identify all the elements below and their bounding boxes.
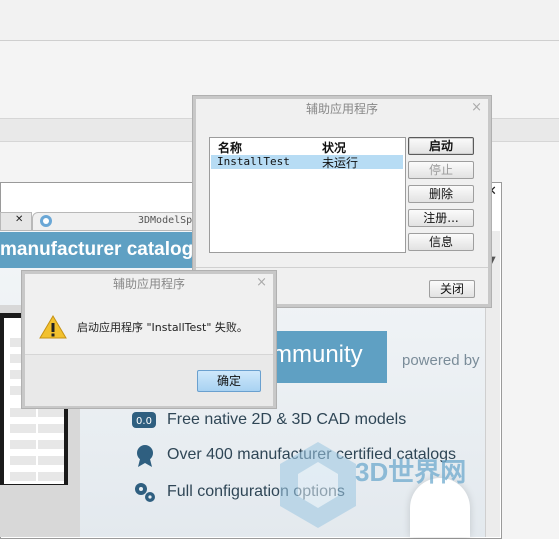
stop-button[interactable]: 停止 <box>408 161 474 179</box>
watermark-text: 3D世界网 <box>355 457 467 487</box>
close-icon[interactable]: × <box>256 275 267 290</box>
table-row[interactable]: InstallTest 未运行 <box>211 155 403 170</box>
dialog-title: 辅助应用程序 <box>112 277 185 291</box>
close-button[interactable]: 关闭 <box>429 280 475 298</box>
tab-title: 3DModelSpa <box>138 215 199 226</box>
community-text: mmunity <box>272 341 363 368</box>
apps-list[interactable]: 名称 状况 InstallTest 未运行 <box>209 137 406 253</box>
register-button[interactable]: 注册... <box>408 209 474 227</box>
feature-text: Free native 2D & 3D CAD models <box>167 411 407 428</box>
error-dialog: 辅助应用程序 × 启动应用程序 "InstallTest" 失败。 确定 <box>22 271 276 408</box>
certified-medal-icon <box>137 445 153 467</box>
gears-icon <box>135 483 155 502</box>
divider <box>196 267 488 268</box>
close-icon[interactable]: × <box>471 100 482 115</box>
info-button[interactable]: 信息 <box>408 233 474 251</box>
app-status: 未运行 <box>322 156 359 170</box>
ok-button[interactable]: 确定 <box>197 370 261 392</box>
column-header-name[interactable]: 名称 <box>218 139 242 156</box>
delete-button[interactable]: 删除 <box>408 185 474 203</box>
tab-3dmodelspace[interactable]: 3DModelSpa <box>32 212 199 231</box>
powered-by-text: powered by <box>402 352 480 369</box>
watermark-logo-icon <box>280 442 356 528</box>
app-name: InstallTest <box>217 155 290 168</box>
dialog-title: 辅助应用程序 <box>305 102 378 116</box>
browser-logo-icon <box>40 215 52 227</box>
cad-badge-icon: 0.0 <box>132 412 156 428</box>
start-button[interactable]: 启动 <box>408 137 474 155</box>
top-toolbar <box>0 0 559 41</box>
error-message: 启动应用程序 "InstallTest" 失败。 <box>77 321 248 334</box>
warning-icon <box>39 315 67 339</box>
banner-text: manufacturer catalogs r <box>0 239 217 260</box>
svg-text:0.0: 0.0 <box>136 416 152 427</box>
tab-close-button[interactable]: ✕ <box>0 212 32 231</box>
